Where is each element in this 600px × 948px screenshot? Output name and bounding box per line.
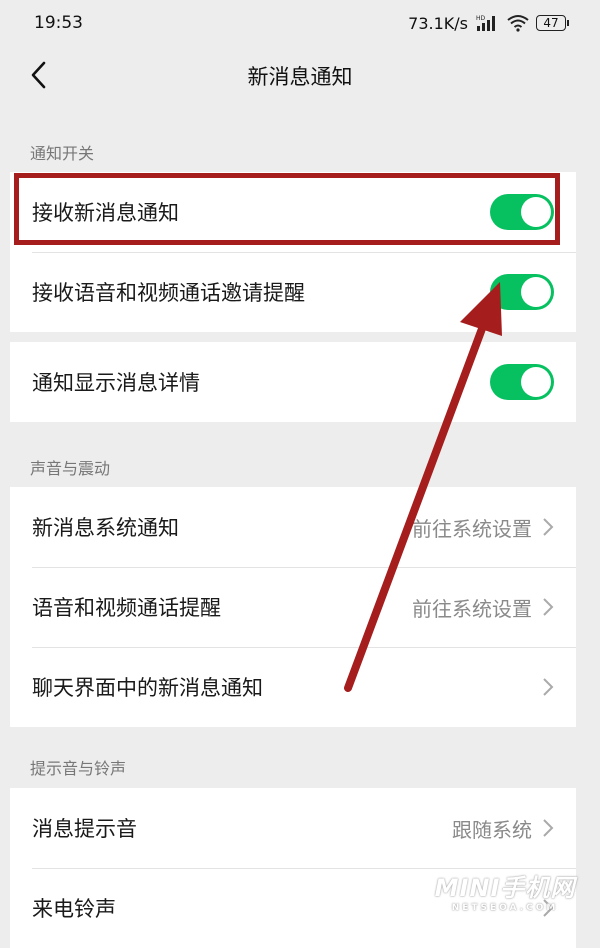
watermark-sub-text: NETSEOA.COM	[451, 903, 559, 913]
chevron-right-icon	[543, 819, 554, 837]
network-speed: 73.1K/s	[408, 13, 468, 33]
setting-label: 聊天界面中的新消息通知	[32, 676, 263, 700]
setting-label: 接收语音和视频通话邀请提醒	[32, 281, 305, 305]
battery-level: 47	[543, 16, 559, 30]
section-header-sound-vibration: 声音与震动	[30, 459, 111, 478]
signal-hd-tag: HD	[476, 15, 486, 22]
setting-row-system-notification[interactable]: 新消息系统通知 前往系统设置	[10, 487, 576, 567]
setting-value: 前往系统设置	[412, 516, 532, 541]
setting-value: 跟随系统	[452, 817, 532, 842]
page-title: 新消息通知	[247, 65, 353, 89]
status-indicators: 73.1K/s HD 47	[408, 13, 569, 33]
chevron-right-icon	[543, 518, 554, 536]
toggle-knob	[521, 367, 551, 397]
watermark-main-text: MINI手机网	[434, 874, 576, 902]
chevron-right-icon	[543, 598, 554, 616]
card-message-details: 通知显示消息详情	[10, 342, 576, 422]
setting-label: 通知显示消息详情	[32, 371, 200, 395]
battery-icon: 47	[536, 15, 569, 31]
toggle-knob	[521, 277, 551, 307]
wifi-icon	[507, 15, 529, 32]
setting-row-call-reminder[interactable]: 语音和视频通话提醒 前往系统设置	[10, 567, 576, 647]
chevron-right-icon	[543, 678, 554, 696]
setting-value: 前往系统设置	[412, 596, 532, 621]
setting-row-chat-notification[interactable]: 聊天界面中的新消息通知	[10, 647, 576, 727]
signal-icon: HD	[476, 15, 495, 31]
setting-row-call-invite-reminder[interactable]: 接收语音和视频通话邀请提醒	[10, 252, 576, 332]
setting-label: 语音和视频通话提醒	[32, 596, 221, 620]
watermark-logo: MINI手机网 NETSEOA.COM	[420, 868, 590, 913]
setting-row-show-message-details[interactable]: 通知显示消息详情	[10, 342, 576, 422]
setting-label: 消息提示音	[32, 817, 137, 841]
call-invite-reminder-toggle[interactable]	[490, 274, 554, 310]
setting-row-message-tone[interactable]: 消息提示音 跟随系统	[10, 788, 576, 868]
status-time: 19:53	[34, 13, 83, 33]
annotation-highlight-box	[14, 173, 560, 245]
section-header-tones: 提示音与铃声	[30, 759, 127, 778]
show-message-details-toggle[interactable]	[490, 364, 554, 400]
nav-bar: 新消息通知	[0, 46, 600, 106]
setting-label: 新消息系统通知	[32, 516, 179, 540]
card-sound-vibration: 新消息系统通知 前往系统设置 语音和视频通话提醒 前往系统设置 聊天界面中的新消…	[10, 487, 576, 727]
status-bar: 19:53 73.1K/s HD 47	[0, 0, 600, 46]
section-header-notify-switch: 通知开关	[30, 144, 95, 163]
back-icon[interactable]	[28, 60, 50, 90]
